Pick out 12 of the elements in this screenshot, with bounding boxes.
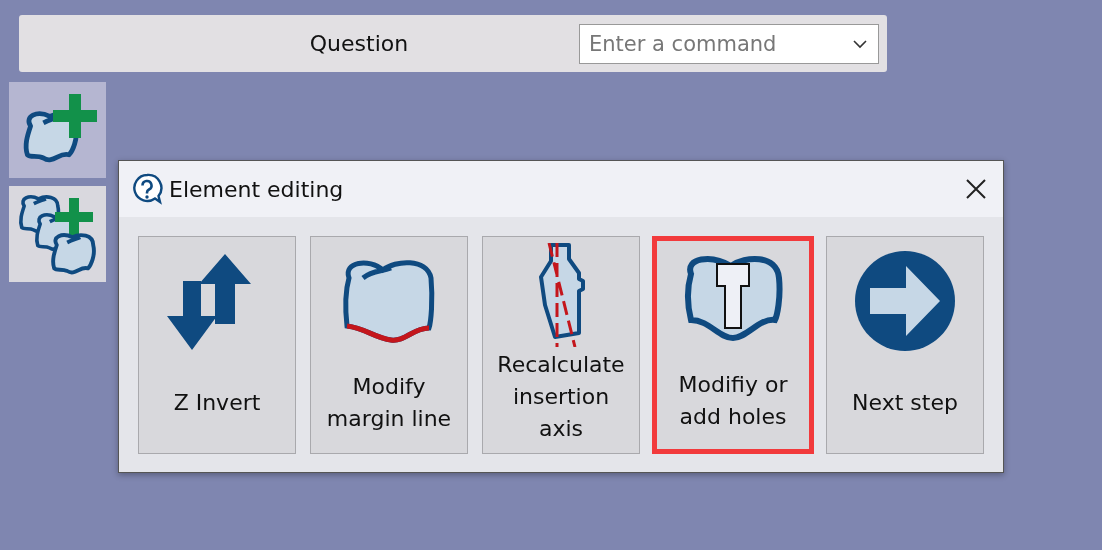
chevron-down-icon: [853, 39, 867, 49]
dialog-title: Element editing: [169, 176, 345, 202]
question-title: Question: [308, 31, 410, 56]
action-button[interactable]: Recalculate insertion axis: [482, 236, 640, 454]
tool-button[interactable]: [9, 82, 106, 178]
action-button[interactable]: Modify margin line: [310, 236, 468, 454]
help-icon: [131, 173, 163, 205]
action-button[interactable]: Next step: [826, 236, 984, 454]
action-button[interactable]: Modifiy or add holes: [652, 236, 814, 454]
command-combo-box[interactable]: Enter a command: [579, 23, 879, 64]
action-button[interactable]: Z Invert: [138, 236, 296, 454]
tool-button[interactable]: [9, 186, 106, 282]
